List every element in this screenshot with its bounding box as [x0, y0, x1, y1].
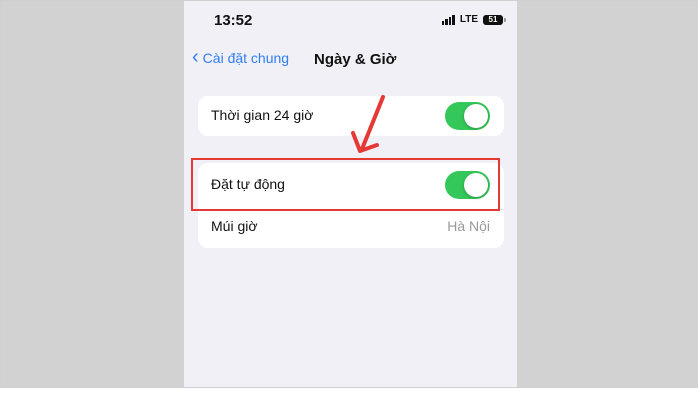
annotation-arrow: [351, 95, 385, 153]
screenshot-frame: 13:52 LTE 51 ‹ Cài đặt chung Ngày & Giờ …: [0, 0, 698, 388]
